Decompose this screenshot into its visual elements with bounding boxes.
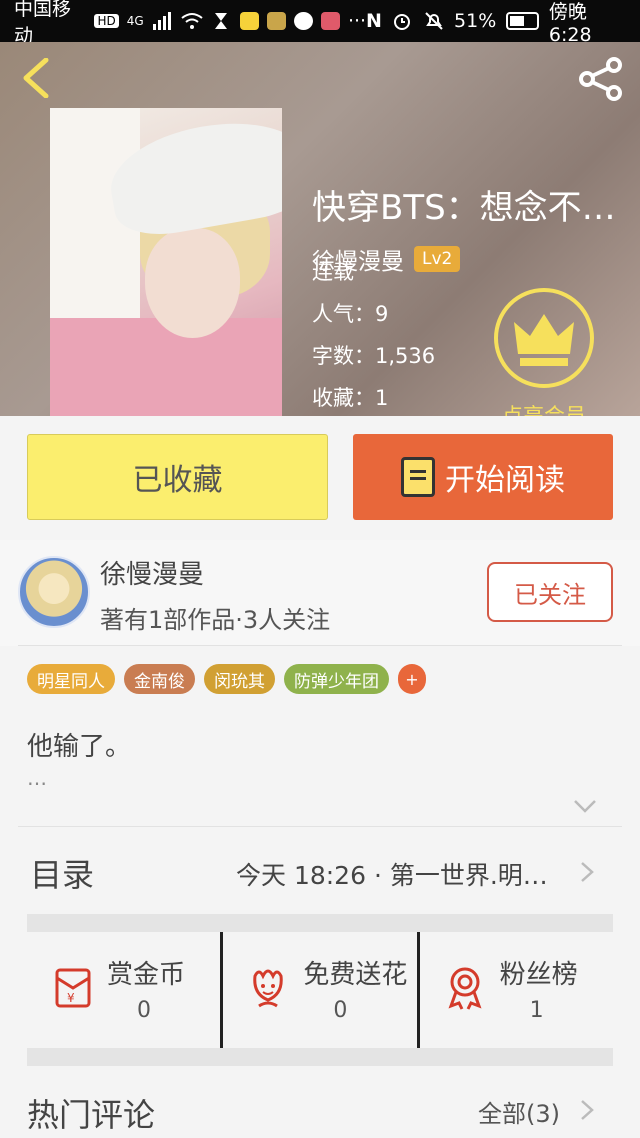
carrier-label: 中国移动 xyxy=(14,0,72,47)
hourglass-icon xyxy=(211,10,232,32)
section-separator xyxy=(27,914,613,932)
share-icon xyxy=(579,57,622,101)
chevron-down-icon xyxy=(574,800,596,813)
svg-text:¥: ¥ xyxy=(67,991,75,1005)
collected-label: 已收藏 xyxy=(132,463,223,498)
start-reading-label: 开始阅读 xyxy=(445,463,565,498)
wifi-icon xyxy=(181,10,203,32)
all-comments-link[interactable]: 全部(3) xyxy=(478,1094,560,1129)
divider xyxy=(18,645,622,646)
book-icon xyxy=(401,457,435,497)
app-calendar-icon xyxy=(320,12,340,30)
expand-description-button[interactable] xyxy=(572,796,598,816)
add-tag-button[interactable]: + xyxy=(398,664,426,694)
app-star-icon xyxy=(239,12,259,30)
book-popularity: 人气：9 xyxy=(312,302,389,326)
book-header: 快穿BTS：想念不… 徐慢漫曼 Lv2 连载 人气：9 字数：1,536 收藏：… xyxy=(0,42,640,416)
stat-value: 0 xyxy=(333,998,348,1023)
network-label: 4G xyxy=(126,14,144,28)
author-section: 徐慢漫曼 著有1部作品·3人关注 已关注 xyxy=(0,540,640,646)
author-stats: 著有1部作品·3人关注 xyxy=(100,606,331,634)
flower-icon xyxy=(253,969,284,1008)
tag-list: 明星同人 金南俊 闵玧其 防弹少年团 + xyxy=(27,664,426,694)
battery-icon xyxy=(506,12,539,30)
red-envelope-icon: ¥ xyxy=(55,968,91,1008)
stat-label: 赏金币 xyxy=(107,960,186,990)
signal-icon xyxy=(152,10,173,32)
stat-value: 0 xyxy=(137,998,151,1023)
catalog-title: 目录 xyxy=(30,856,95,894)
divider xyxy=(18,826,622,827)
tag-item[interactable]: 明星同人 xyxy=(27,664,115,694)
book-cover-image xyxy=(50,108,282,416)
hot-comments-header: 热门评论 全部(3) xyxy=(0,1068,640,1138)
alarm-icon xyxy=(392,10,413,32)
book-word-count: 字数：1,536 xyxy=(312,344,436,368)
vip-button[interactable] xyxy=(494,288,594,388)
collected-button[interactable]: 已收藏 xyxy=(27,434,328,520)
fan-rank-item[interactable]: 粉丝榜 1 xyxy=(416,932,613,1048)
back-arrow-icon xyxy=(23,57,49,99)
section-separator xyxy=(27,1048,613,1066)
status-bar: 中国移动 HD 4G ··· N 51% 傍晚6:28 xyxy=(0,0,640,47)
catalog-row[interactable]: 目录 今天 18:26 · 第一世界.明… xyxy=(0,828,640,914)
clock-time: 傍晚6:28 xyxy=(548,0,592,46)
stat-label: 粉丝榜 xyxy=(499,960,578,990)
vip-label: 点亮会员 xyxy=(502,404,586,416)
reward-stats: ¥ 赏金币 0 免费送花 0 粉丝榜 1 xyxy=(27,932,613,1048)
latest-chapter: 今天 18:26 · 第一世界.明… xyxy=(236,861,548,890)
chevron-right-icon[interactable] xyxy=(578,1098,596,1122)
reward-coin-item[interactable]: ¥ 赏金币 0 xyxy=(27,932,220,1048)
send-flower-item[interactable]: 免费送花 0 xyxy=(220,932,416,1048)
tag-item[interactable]: 闵玧其 xyxy=(204,664,275,694)
app-badge-icon xyxy=(266,12,286,30)
share-button[interactable] xyxy=(578,56,624,102)
medal-icon xyxy=(448,967,482,1010)
follow-button[interactable]: 已关注 xyxy=(487,562,613,622)
hot-comments-title: 热门评论 xyxy=(27,1096,156,1134)
nfc-icon: N xyxy=(366,10,382,32)
stat-label: 免费送花 xyxy=(303,960,408,990)
start-reading-button[interactable]: 开始阅读 xyxy=(353,434,613,520)
book-title: 快穿BTS：想念不… xyxy=(312,188,616,228)
follow-label: 已关注 xyxy=(514,580,586,609)
book-description: 他输了。 xyxy=(27,732,132,762)
author-avatar[interactable] xyxy=(18,556,90,628)
tag-item[interactable]: 防弹少年团 xyxy=(284,664,389,694)
battery-percent: 51% xyxy=(454,10,497,32)
author-name[interactable]: 徐慢漫曼 xyxy=(100,554,204,591)
chevron-right-icon xyxy=(581,862,594,882)
mute-icon xyxy=(423,10,444,32)
book-status: 连载 xyxy=(312,260,354,284)
back-button[interactable] xyxy=(18,57,54,99)
more-notifications-icon: ··· xyxy=(347,10,367,32)
hd-badge: HD xyxy=(94,14,119,28)
tag-item[interactable]: 金南俊 xyxy=(124,664,195,694)
author-level-badge: Lv2 xyxy=(414,246,461,272)
stat-value: 1 xyxy=(529,998,544,1023)
crown-icon xyxy=(514,314,574,366)
book-collections: 收藏：1 xyxy=(312,386,389,410)
description-ellipsis: … xyxy=(27,766,47,790)
qq-icon xyxy=(293,12,313,30)
